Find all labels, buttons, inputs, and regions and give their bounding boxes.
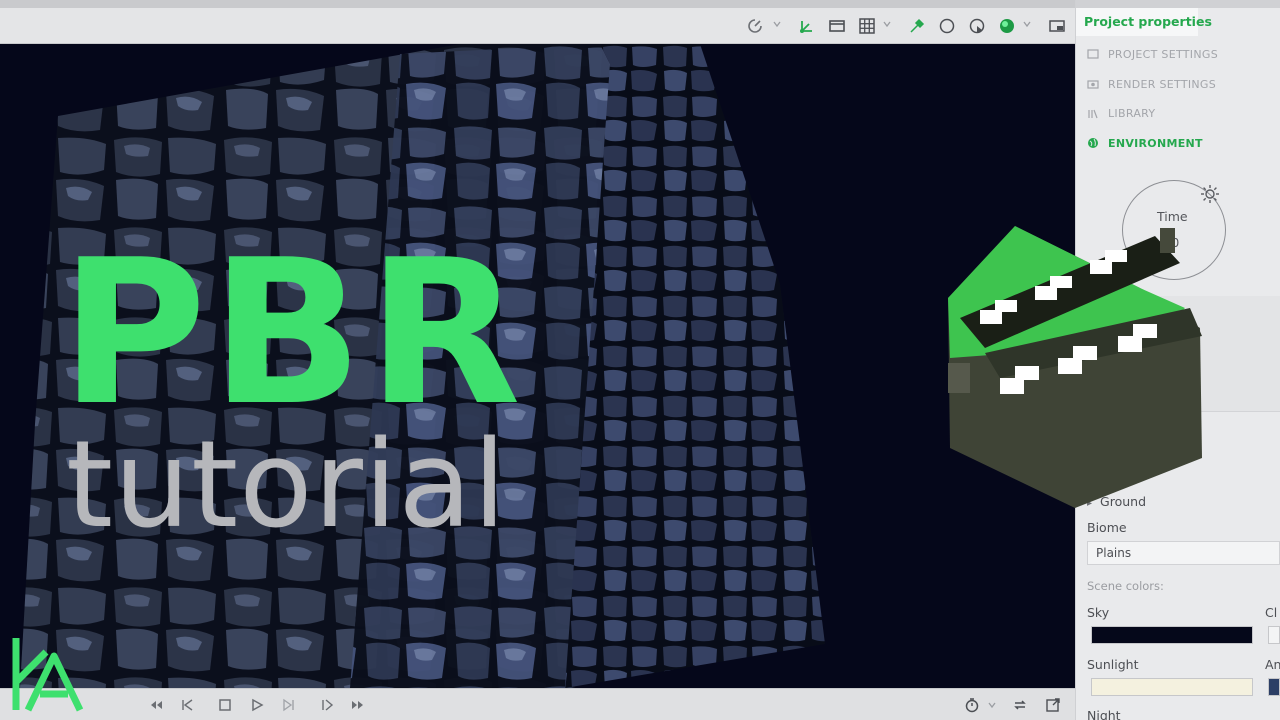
chevron-down-icon[interactable] — [988, 701, 996, 709]
viewport-toolbar — [0, 0, 1075, 44]
nav-label: ENVIRONMENT — [1108, 136, 1203, 150]
timeline-bar — [0, 688, 1075, 720]
night-label: Night — [1087, 708, 1121, 720]
chevron-down-icon[interactable] — [1023, 20, 1031, 28]
menu-strip — [0, 0, 1075, 8]
globe-icon — [1086, 136, 1100, 150]
picture-in-picture-icon[interactable] — [1047, 16, 1067, 36]
sky-label: Sky — [1087, 605, 1110, 620]
wireframe-shading-icon[interactable] — [937, 16, 957, 36]
loop-icon[interactable] — [1010, 695, 1030, 715]
app-window: PBR tutorial Project properties PROJECT … — [0, 0, 1280, 720]
panel-tab-strip — [1076, 0, 1280, 8]
nav-environment[interactable]: ENVIRONMENT — [1086, 134, 1203, 152]
render-shading-icon[interactable] — [997, 16, 1017, 36]
nav-project-settings[interactable]: PROJECT SETTINGS — [1086, 45, 1218, 63]
clouds-color-swatch[interactable] — [1268, 626, 1280, 644]
title-pbr: PBR — [60, 217, 526, 450]
pivot-icon[interactable] — [797, 16, 817, 36]
nav-label: PROJECT SETTINGS — [1108, 47, 1218, 61]
ambient-color-swatch[interactable] — [1268, 678, 1280, 696]
camera-icon — [1086, 77, 1100, 91]
snap-icon[interactable] — [745, 16, 765, 36]
play-icon[interactable] — [247, 695, 267, 715]
frame-icon[interactable] — [827, 16, 847, 36]
sunlight-label: Sunlight — [1087, 657, 1139, 672]
fast-forward-icon[interactable] — [348, 695, 368, 715]
sky-color-swatch[interactable] — [1091, 626, 1253, 644]
nav-render-settings[interactable]: RENDER SETTINGS — [1086, 75, 1216, 93]
chevron-down-icon[interactable] — [883, 20, 891, 28]
scene-colors-label: Scene colors: — [1087, 579, 1164, 593]
mine-imator-logo — [948, 226, 1202, 508]
rewind-icon[interactable] — [146, 695, 166, 715]
solid-shading-icon[interactable] — [967, 16, 987, 36]
next-keyframe-icon[interactable] — [279, 695, 299, 715]
biome-label: Biome — [1087, 520, 1127, 535]
sun-icon — [1201, 185, 1219, 203]
stop-icon[interactable] — [215, 695, 235, 715]
next-frame-icon[interactable] — [317, 695, 337, 715]
3d-viewport[interactable]: PBR tutorial — [0, 44, 1075, 688]
nav-label: RENDER SETTINGS — [1108, 77, 1217, 91]
title-tutorial: tutorial — [66, 416, 508, 555]
ambient-label: An — [1265, 657, 1280, 672]
channel-logo — [12, 638, 84, 712]
library-icon — [1086, 106, 1100, 120]
timer-icon[interactable] — [962, 695, 982, 715]
chevron-down-icon[interactable] — [773, 20, 781, 28]
pick-tool-icon[interactable] — [907, 16, 927, 36]
tab-project-properties[interactable]: Project properties — [1076, 8, 1212, 36]
nav-label: LIBRARY — [1108, 106, 1156, 120]
previous-frame-icon[interactable] — [177, 695, 197, 715]
biome-select[interactable]: Plains — [1087, 541, 1280, 565]
grid-icon[interactable] — [857, 16, 877, 36]
folder-icon — [1086, 47, 1100, 61]
nav-library[interactable]: LIBRARY — [1086, 104, 1155, 122]
sunlight-color-swatch[interactable] — [1091, 678, 1253, 696]
clouds-label: Cl — [1265, 605, 1278, 620]
export-icon[interactable] — [1043, 695, 1063, 715]
